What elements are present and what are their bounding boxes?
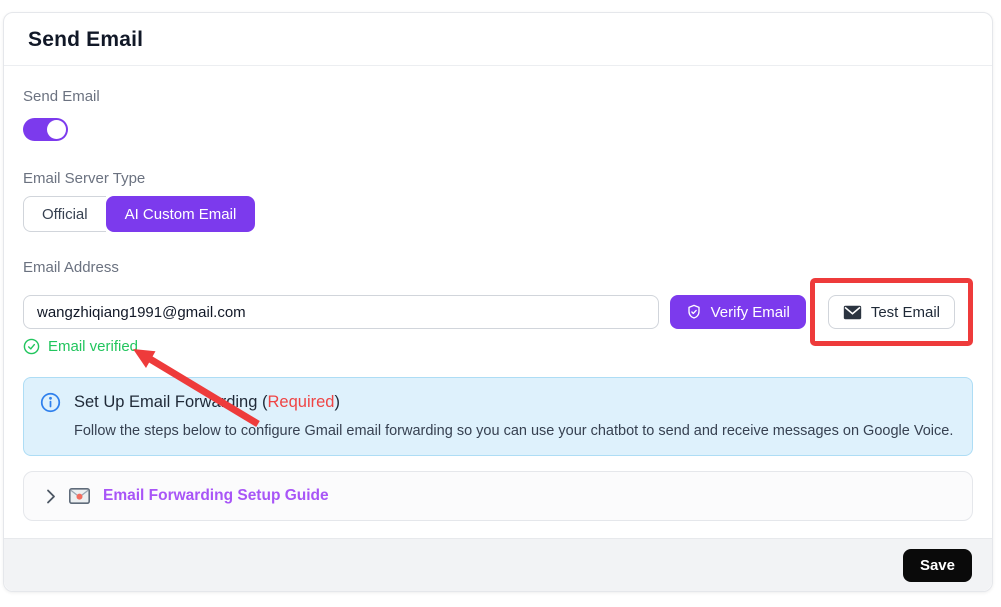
send-email-toggle-label: Send Email (23, 88, 973, 105)
shield-check-icon (686, 304, 702, 320)
card-footer: Save (4, 538, 992, 591)
info-circle-icon (40, 392, 61, 413)
email-verified-label: Email verified (48, 338, 138, 355)
card-body: Send Email Email Server Type Official AI… (4, 66, 992, 521)
email-forwarding-info-banner: Set Up Email Forwarding (Required) Follo… (23, 377, 973, 456)
email-emoji-icon (69, 488, 90, 504)
email-forwarding-setup-guide[interactable]: Email Forwarding Setup Guide (23, 471, 973, 521)
card-header: Send Email (4, 13, 992, 66)
send-email-card: Send Email Send Email Email Server Type … (3, 12, 993, 592)
email-server-type-label: Email Server Type (23, 170, 973, 187)
email-address-row: Verify Email Test Email (23, 278, 973, 346)
server-type-option-ai-custom-email[interactable]: AI Custom Email (106, 196, 256, 232)
setup-guide-label: Email Forwarding Setup Guide (103, 487, 329, 505)
send-email-toggle[interactable] (23, 118, 68, 141)
verify-email-button[interactable]: Verify Email (670, 295, 806, 329)
save-button[interactable]: Save (903, 549, 972, 582)
info-banner-title-row: Set Up Email Forwarding (Required) (40, 392, 956, 413)
server-type-option-official[interactable]: Official (23, 196, 106, 232)
info-banner-description: Follow the steps below to configure Gmai… (74, 423, 956, 439)
test-email-label: Test Email (871, 304, 940, 321)
verify-email-label: Verify Email (711, 304, 790, 321)
email-address-label: Email Address (23, 259, 973, 276)
envelope-icon (843, 305, 862, 320)
check-circle-icon (23, 338, 40, 355)
annotation-highlight-box: Test Email (810, 278, 973, 346)
toggle-knob (47, 120, 66, 139)
test-email-button[interactable]: Test Email (828, 295, 955, 329)
chevron-right-icon (46, 489, 56, 504)
info-banner-title: Set Up Email Forwarding (Required) (74, 393, 340, 412)
page-title: Send Email (28, 28, 968, 52)
email-address-input[interactable] (23, 295, 659, 329)
email-server-type-segmented: Official AI Custom Email (23, 196, 255, 232)
required-badge: Required (268, 393, 335, 411)
